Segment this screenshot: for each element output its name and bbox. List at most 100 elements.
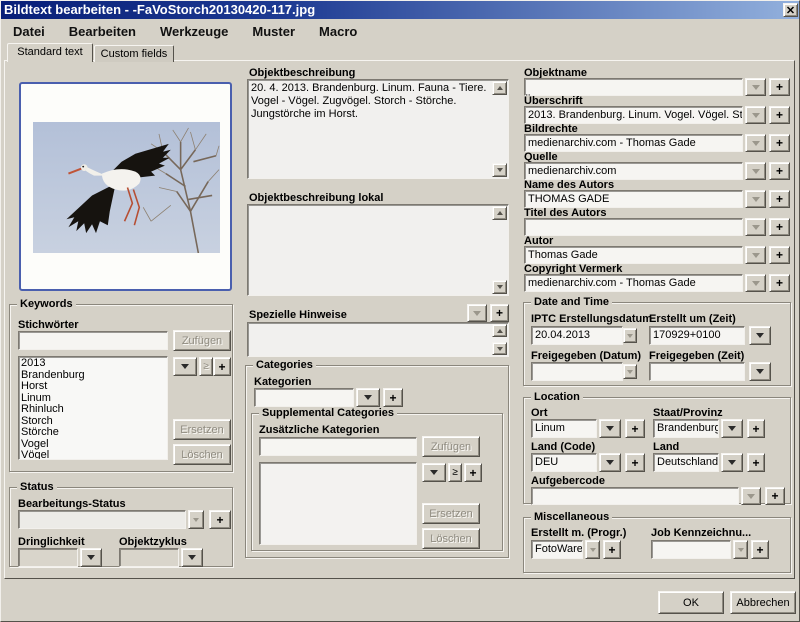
copyright-vermerk-input[interactable]: medienarchiv.com - Thomas Gade [524, 274, 743, 292]
erstellt-mit-programm-input[interactable]: FotoWare fotost [531, 540, 583, 559]
tab-standard-text[interactable]: Standard text [7, 43, 93, 62]
bearbeitungs-status-dropdown-button[interactable] [188, 510, 204, 529]
objektzyklus-input[interactable] [119, 548, 179, 567]
staat-provinz-input[interactable]: Brandenburg [653, 419, 719, 438]
keywords-delete-button[interactable]: Löschen [173, 444, 231, 465]
name-des-autors-input[interactable]: THOMAS GADE [524, 190, 743, 208]
ueberschrift-dropdown-button[interactable] [745, 106, 766, 124]
title-bar[interactable]: Bildtext bearbeiten - -FaVoStorch2013042… [1, 1, 800, 19]
ueberschrift-input[interactable]: 2013. Brandenburg. Linum. Vogel. Vögel. … [524, 106, 743, 124]
menu-datei[interactable]: Datei [1, 24, 57, 39]
close-button[interactable]: ✕ [783, 3, 798, 17]
bildrechte-dropdown-button[interactable] [745, 134, 766, 152]
objektname-plus-button[interactable]: + [769, 78, 790, 96]
bildrechte-plus-button[interactable]: + [769, 134, 790, 152]
supplemental-add-button[interactable]: Zufügen [422, 436, 480, 457]
erstellt-mit-programm-dropdown-button[interactable] [585, 540, 600, 559]
stichwoerter-input[interactable] [18, 331, 168, 350]
keywords-dropdown-button[interactable] [173, 357, 197, 376]
titel-des-autors-dropdown-button[interactable] [745, 218, 766, 236]
land-code-input[interactable]: DEU [531, 453, 597, 472]
land-dropdown-button[interactable] [721, 453, 743, 472]
staat-provinz-dropdown-button[interactable] [721, 419, 743, 438]
supplemental-dropdown-button[interactable] [422, 463, 446, 482]
quelle-plus-button[interactable]: + [769, 162, 790, 180]
freigegeben-zeit-input[interactable] [649, 362, 745, 381]
spezielle-hinweise-scroll-up[interactable] [492, 324, 507, 337]
quelle-dropdown-button[interactable] [745, 162, 766, 180]
ort-plus-button[interactable]: + [625, 419, 645, 438]
name-des-autors-plus-button[interactable]: + [769, 190, 790, 208]
land-plus-button[interactable]: + [747, 453, 765, 472]
objektbeschreibung-lokal-scroll-down[interactable] [492, 280, 507, 294]
aufgebercode-input[interactable] [531, 487, 739, 505]
menu-werkzeuge[interactable]: Werkzeuge [148, 24, 240, 39]
supplemental-delete-button[interactable]: Löschen [422, 528, 480, 549]
objektbeschreibung-scroll-up[interactable] [492, 81, 507, 95]
copyright-vermerk-dropdown-button[interactable] [745, 274, 766, 292]
objektbeschreibung-textarea[interactable]: 20. 4. 2013. Brandenburg. Linum. Fauna -… [247, 79, 509, 179]
land-input[interactable]: Deutschland Ger [653, 453, 719, 472]
cancel-button[interactable]: Abbrechen [730, 591, 796, 614]
supplemental-plus-button[interactable]: + [464, 463, 482, 482]
list-item[interactable]: Störche [21, 427, 165, 439]
objektzyklus-dropdown-button[interactable] [181, 548, 203, 567]
kategorien-input[interactable] [254, 388, 354, 407]
supplemental-insert-button[interactable]: ≥ [448, 463, 462, 482]
objektbeschreibung-scroll-down[interactable] [492, 163, 507, 177]
dringlichkeit-dropdown-button[interactable] [80, 548, 102, 567]
name-des-autors-dropdown-button[interactable] [745, 190, 766, 208]
freigegeben-zeit-dropdown-button[interactable] [749, 362, 771, 381]
autor-dropdown-button[interactable] [745, 246, 766, 264]
bearbeitungs-status-plus-button[interactable]: + [209, 510, 231, 529]
ueberschrift-plus-button[interactable]: + [769, 106, 790, 124]
autor-plus-button[interactable]: + [769, 246, 790, 264]
objektname-input[interactable] [524, 78, 743, 96]
kategorien-plus-button[interactable]: + [383, 388, 403, 407]
list-item[interactable]: Vögel [21, 450, 165, 460]
ort-dropdown-button[interactable] [599, 419, 621, 438]
staat-provinz-plus-button[interactable]: + [747, 419, 765, 438]
bildrechte-input[interactable]: medienarchiv.com - Thomas Gade [524, 134, 743, 152]
iptc-erstellungsdatum-input[interactable]: 20.04.2013 [531, 326, 623, 345]
keywords-insert-button[interactable]: ≥ [199, 357, 213, 376]
keywords-replace-button[interactable]: Ersetzen [173, 419, 231, 440]
erstellt-um-zeit-dropdown-button[interactable] [749, 326, 771, 345]
land-code-dropdown-button[interactable] [599, 453, 621, 472]
objektname-dropdown-button[interactable] [745, 78, 766, 96]
job-kennzeichnung-plus-button[interactable]: + [751, 540, 769, 559]
keywords-add-button[interactable]: Zufügen [173, 330, 231, 351]
spezielle-hinweise-scroll-down[interactable] [492, 342, 507, 355]
spezielle-hinweise-textarea[interactable] [247, 322, 509, 357]
aufgebercode-dropdown-button[interactable] [741, 487, 761, 505]
dringlichkeit-input[interactable] [18, 548, 78, 567]
kategorien-dropdown-button[interactable] [356, 388, 380, 407]
aufgebercode-plus-button[interactable]: + [765, 487, 785, 505]
erstellt-um-zeit-input[interactable]: 170929+0100 [649, 326, 745, 345]
titel-des-autors-input[interactable] [524, 218, 743, 236]
list-item[interactable]: Horst [21, 381, 165, 393]
copyright-vermerk-plus-button[interactable]: + [769, 274, 790, 292]
menu-macro[interactable]: Macro [307, 24, 369, 39]
job-kennzeichnung-input[interactable] [651, 540, 731, 559]
erstellt-mit-programm-plus-button[interactable]: + [603, 540, 621, 559]
land-code-plus-button[interactable]: + [625, 453, 645, 472]
menu-muster[interactable]: Muster [240, 24, 307, 39]
objektbeschreibung-lokal-textarea[interactable] [247, 204, 509, 296]
titel-des-autors-plus-button[interactable]: + [769, 218, 790, 236]
supplemental-replace-button[interactable]: Ersetzen [422, 503, 480, 524]
list-item[interactable]: 2013 [21, 358, 165, 370]
list-item[interactable]: Rhinluch [21, 404, 165, 416]
spezielle-hinweise-dropdown-button[interactable] [467, 304, 487, 322]
job-kennzeichnung-dropdown-button[interactable] [733, 540, 748, 559]
iptc-erstellungsdatum-dropdown-button[interactable] [623, 328, 637, 343]
ok-button[interactable]: OK [658, 591, 724, 614]
menu-bearbeiten[interactable]: Bearbeiten [57, 24, 148, 39]
keywords-listbox[interactable]: 2013BrandenburgHorstLinumRhinluchStorchS… [18, 356, 168, 460]
keywords-plus-button[interactable]: + [213, 357, 231, 376]
bearbeitungs-status-input[interactable] [18, 510, 186, 529]
ort-input[interactable]: Linum [531, 419, 597, 438]
freigegeben-datum-input[interactable] [531, 362, 623, 381]
freigegeben-datum-dropdown-button[interactable] [623, 364, 637, 379]
spezielle-hinweise-plus-button[interactable]: + [490, 304, 509, 322]
